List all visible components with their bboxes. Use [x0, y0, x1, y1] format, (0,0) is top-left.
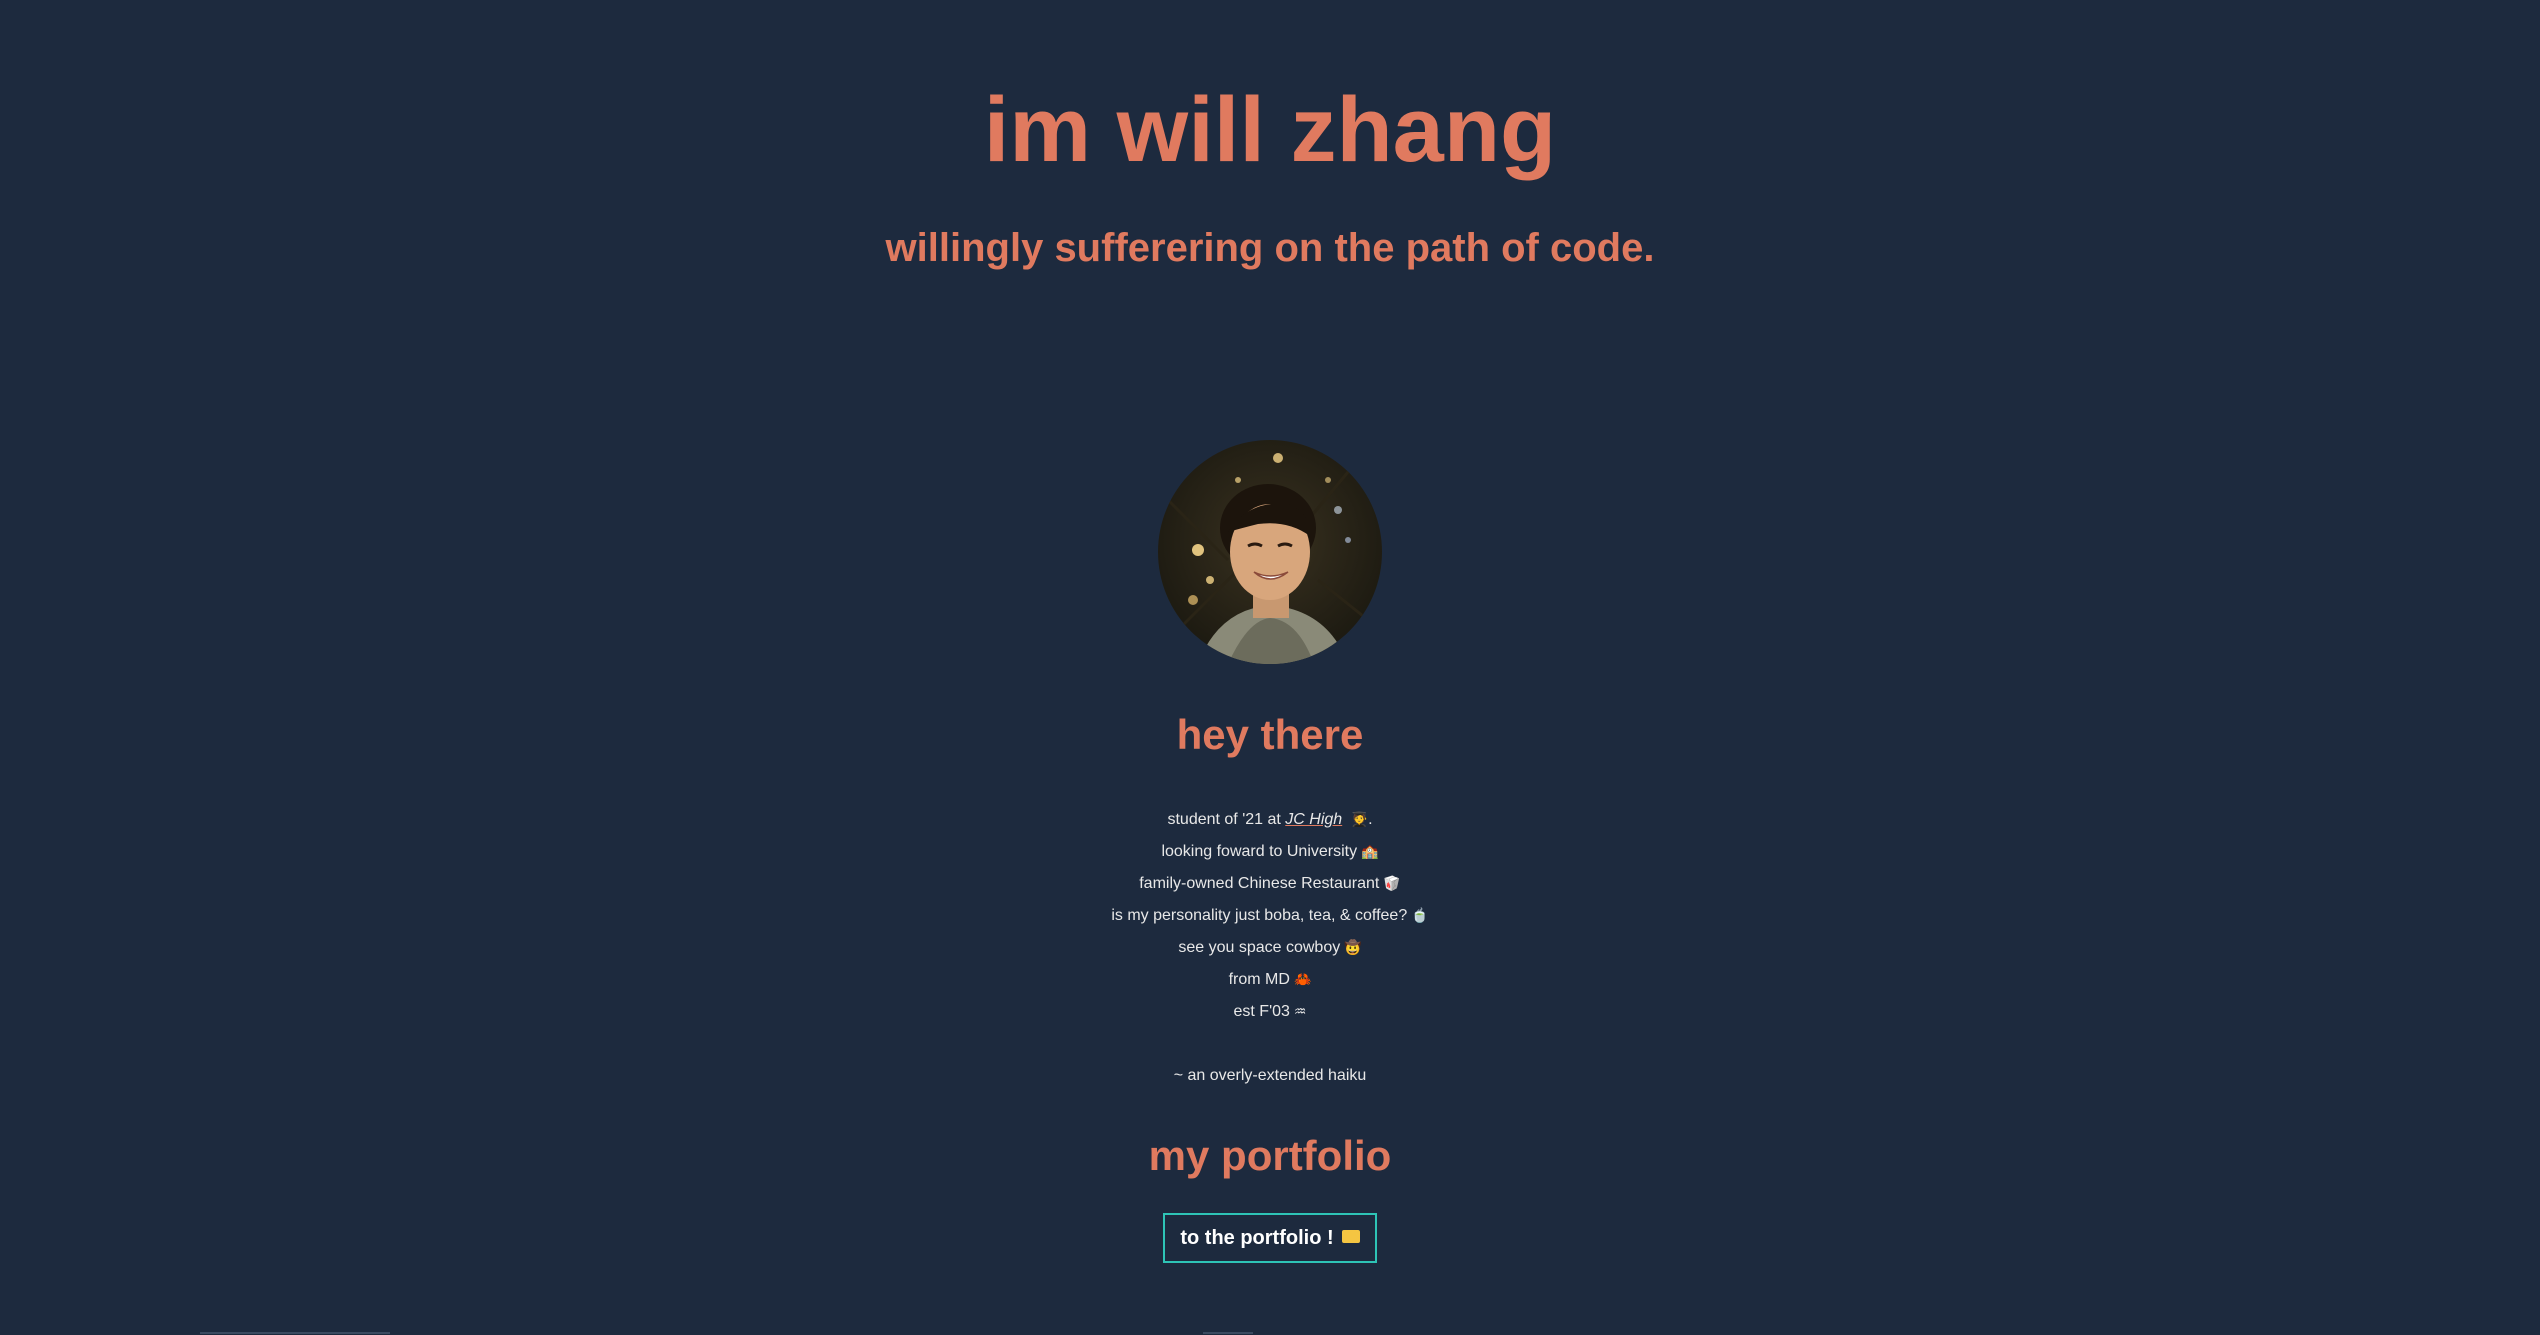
hero-title: im will zhang	[983, 79, 1557, 181]
avatar	[1158, 440, 1382, 664]
portfolio-button-label: to the portfolio !	[1180, 1227, 1334, 1249]
bio-line-text: from MD	[1228, 971, 1290, 988]
school-link[interactable]: JC High	[1285, 811, 1342, 828]
bio-line-text: student of '21 at	[1167, 811, 1286, 828]
bio-line-text: family-owned Chinese Restaurant	[1139, 875, 1380, 892]
aquarius-icon: ♒	[1293, 1004, 1307, 1020]
bio-line-restaurant: family-owned Chinese Restaurant 🥡	[0, 868, 2540, 900]
about-heading: hey there	[1176, 711, 1364, 758]
bio-list: student of '21 at JC High 🧑‍🎓. looking f…	[0, 804, 2540, 1028]
folder-icon	[1341, 1230, 1360, 1244]
bio-line-personality: is my personality just boba, tea, & coff…	[0, 900, 2540, 932]
bio-line-text: see you space cowboy	[1178, 939, 1341, 956]
bio-line-school: student of '21 at JC High 🧑‍🎓.	[0, 804, 2540, 836]
student-icon: 🧑‍🎓	[1350, 812, 1369, 828]
bio-line-from: from MD 🦀	[0, 964, 2540, 996]
cowboy-icon: 🤠	[1344, 940, 1362, 956]
bio-line-period: .	[1368, 811, 1373, 828]
bio-line-cowboy: see you space cowboy 🤠	[0, 932, 2540, 964]
avatar-photo	[1158, 440, 1382, 664]
bio-line-text: est F'03	[1233, 1003, 1290, 1020]
takeout-box-icon: 🥡	[1383, 876, 1401, 892]
school-icon: 🏫	[1361, 844, 1379, 860]
portfolio-heading: my portfolio	[1148, 1132, 1392, 1179]
bio-line-text: looking foward to University	[1161, 843, 1358, 860]
crab-icon: 🦀	[1293, 972, 1312, 988]
page: im will zhang willingly sufferering on t…	[0, 0, 2540, 1335]
footer-divider	[200, 1332, 390, 1334]
bio-line-text: is my personality just boba, tea, & coff…	[1111, 907, 1408, 924]
bio-line-est: est F'03 ♒	[0, 996, 2540, 1028]
bio-line-university: looking foward to University 🏫	[0, 836, 2540, 868]
footer-divider	[1203, 1332, 1253, 1334]
tea-icon: 🍵	[1411, 908, 1429, 924]
portfolio-button[interactable]: to the portfolio !	[1163, 1213, 1377, 1263]
haiku-note: ~ an overly-extended haiku	[1173, 1067, 1367, 1084]
hero-subtitle: willingly sufferering on the path of cod…	[885, 226, 1655, 270]
